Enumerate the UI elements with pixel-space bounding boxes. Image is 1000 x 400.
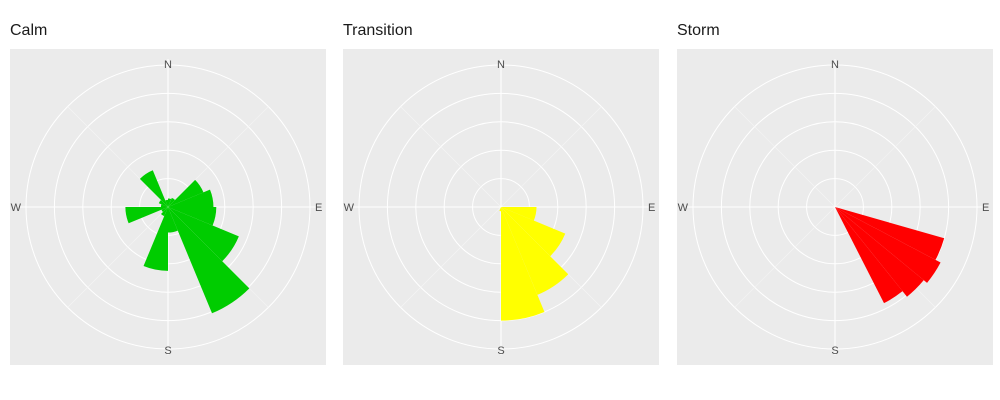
rose-chart-calm: N E S W: [10, 49, 326, 365]
compass-label-n: N: [497, 59, 505, 71]
panel-transition: Transition N E S W: [343, 0, 659, 400]
panel-calm: Calm N E S W: [10, 0, 326, 400]
compass-label-w: W: [344, 202, 355, 214]
compass-label-s: S: [831, 345, 838, 357]
compass-label-e: E: [648, 202, 655, 214]
compass-label-w: W: [678, 202, 689, 214]
panel-title: Calm: [10, 22, 48, 39]
panel-storm: Storm N E S W: [677, 0, 993, 400]
rose-chart-storm: N E S W: [677, 49, 993, 365]
compass-label-s: S: [164, 345, 171, 357]
compass-label-s: S: [497, 345, 504, 357]
panel-title: Transition: [343, 22, 413, 39]
compass-label-n: N: [164, 59, 172, 71]
compass-label-n: N: [831, 59, 839, 71]
compass-label-e: E: [315, 202, 322, 214]
panel-title: Storm: [677, 22, 720, 39]
rose-chart-transition: N E S W: [343, 49, 659, 365]
compass-label-e: E: [982, 202, 989, 214]
compass-label-w: W: [11, 202, 22, 214]
